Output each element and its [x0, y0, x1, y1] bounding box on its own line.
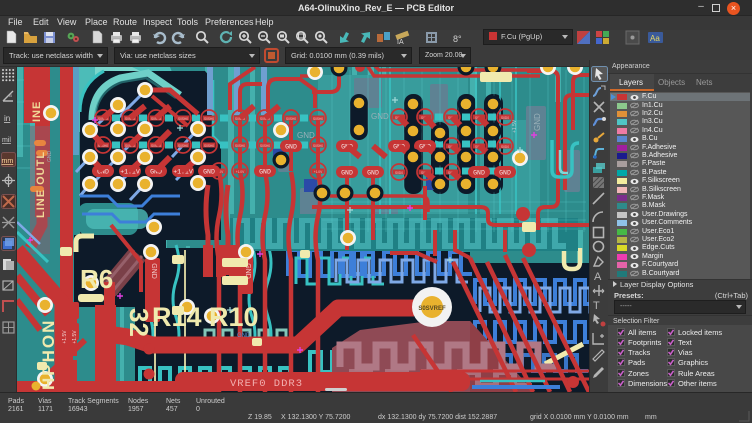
- svg-text:mil: mil: [2, 137, 11, 144]
- svg-text:A: A: [594, 271, 602, 283]
- svg-text:HPHON: HPHON: [39, 319, 58, 390]
- svg-text:INE: INE: [31, 101, 43, 122]
- svg-text:S0SH0: S0SH0: [260, 144, 270, 148]
- svg-text:S0SH0: S0SH0: [313, 144, 323, 148]
- svg-text:R6: R6: [80, 264, 113, 294]
- svg-text:R14 R10: R14 R10: [152, 302, 259, 332]
- svg-text:in: in: [4, 114, 10, 123]
- svg-text:GND: GND: [150, 263, 157, 279]
- svg-text:Aa: Aa: [650, 34, 660, 43]
- svg-text:S0D0: S0D0: [501, 116, 509, 120]
- svg-text:S0SH0: S0SH0: [178, 117, 188, 121]
- svg-text:GND: GND: [47, 151, 53, 163]
- svg-text:GND: GND: [367, 170, 379, 177]
- svg-text:S0SH0: S0SH0: [286, 117, 296, 121]
- svg-text:GND: GND: [533, 113, 542, 131]
- svg-text:GND: GND: [341, 170, 353, 177]
- svg-text:S0SH0: S0SH0: [204, 144, 214, 148]
- svg-text:+1.5V: +1.5V: [512, 119, 518, 133]
- svg-text:+1.5V: +1.5V: [62, 330, 68, 344]
- svg-text:+1.0V: +1.0V: [314, 170, 323, 174]
- svg-text:+1.5V: +1.5V: [72, 330, 78, 344]
- svg-text:S0SH0: S0SH0: [313, 117, 323, 121]
- svg-text:GND: GND: [237, 333, 251, 339]
- svg-text:mm: mm: [2, 158, 14, 165]
- svg-text:GND: GND: [499, 170, 511, 177]
- svg-text:GND: GND: [285, 144, 297, 151]
- svg-text:32: 32: [124, 308, 154, 337]
- svg-text:a: a: [9, 93, 12, 99]
- svg-text:GND: GND: [473, 170, 485, 177]
- svg-text:GND: GND: [203, 169, 215, 176]
- svg-text:T: T: [593, 300, 600, 312]
- svg-text:GND: GND: [371, 112, 389, 121]
- svg-text:VREF0 DDR3: VREF0 DDR3: [230, 378, 303, 390]
- svg-text:GND: GND: [259, 169, 271, 176]
- svg-text:8°: 8°: [453, 34, 462, 44]
- svg-text:GND: GND: [297, 131, 315, 140]
- svg-text:S0D0: S0D0: [395, 171, 403, 175]
- svg-text:S0D0: S0D0: [501, 145, 509, 149]
- svg-text:S0SH0: S0SH0: [178, 144, 188, 148]
- svg-text:S0SH0: S0SH0: [204, 117, 214, 121]
- svg-text:S0SVREF: S0SVREF: [418, 306, 446, 312]
- svg-text:LINE OUTL: LINE OUTL: [35, 151, 47, 218]
- svg-text:S0SH0: S0SH0: [235, 144, 245, 148]
- svg-text:+1.0V: +1.0V: [236, 170, 245, 174]
